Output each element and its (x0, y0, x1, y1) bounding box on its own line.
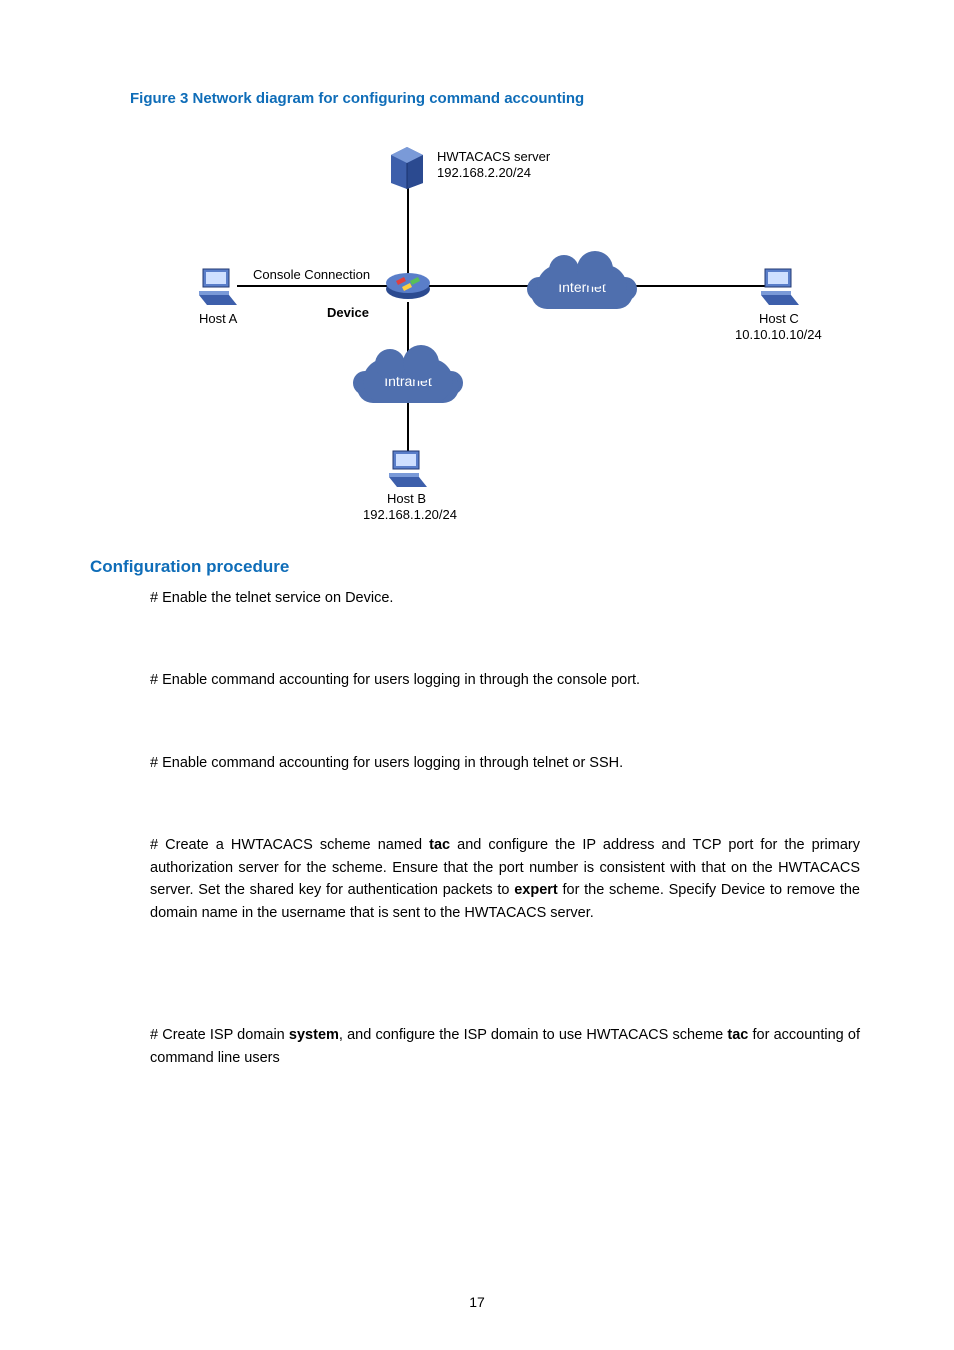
intranet-label: Intranet (384, 373, 431, 389)
pc-icon (387, 447, 429, 489)
internet-cloud: Internet (537, 265, 627, 309)
pc-icon (197, 265, 239, 307)
diagram-line (407, 187, 409, 277)
host-a-label: Host A (199, 311, 237, 326)
bold-term: tac (429, 837, 450, 853)
page-number: 17 (0, 1294, 954, 1310)
bold-term: system (289, 1027, 339, 1043)
figure-caption: Figure 3 Network diagram for configuring… (130, 90, 864, 107)
host-c-label: Host C (759, 311, 799, 326)
bold-term: tac (727, 1027, 748, 1043)
text-run: # Create a HWTACACS scheme named (150, 837, 429, 853)
device-label: Device (327, 305, 369, 320)
page: Figure 3 Network diagram for configuring… (0, 0, 954, 1350)
host-b-ip-label: 192.168.1.20/24 (363, 507, 457, 522)
paragraph: # Create a HWTACACS scheme named tac and… (150, 834, 860, 924)
text-run: # Create ISP domain (150, 1027, 289, 1043)
paragraph: # Create ISP domain system, and configur… (150, 1024, 860, 1069)
paragraph: # Enable the telnet service on Device. (150, 587, 860, 609)
internet-label: Internet (558, 279, 605, 295)
host-b-label: Host B (387, 491, 426, 506)
hwtacacs-name-label: HWTACACS server (437, 149, 550, 164)
paragraph: # Enable command accounting for users lo… (150, 752, 860, 774)
diagram-line (627, 285, 767, 287)
intranet-cloud: Intranet (363, 359, 453, 403)
hwtacacs-ip-label: 192.168.2.20/24 (437, 165, 531, 180)
host-c-ip-label: 10.10.10.10/24 (735, 327, 822, 342)
body-text: # Enable the telnet service on Device. #… (150, 587, 860, 1069)
console-connection-label: Console Connection (253, 267, 370, 282)
bold-term: expert (514, 882, 558, 898)
paragraph: # Enable command accounting for users lo… (150, 669, 860, 691)
diagram-line (427, 285, 547, 287)
diagram-line (407, 402, 409, 452)
network-diagram: HWTACACS server 192.168.2.20/24 Host A C… (127, 127, 827, 517)
diagram-line (237, 285, 387, 287)
text-run: , and configure the ISP domain to use HW… (339, 1027, 727, 1043)
server-icon (387, 145, 427, 189)
section-heading: Configuration procedure (90, 557, 864, 577)
router-icon (384, 269, 432, 303)
pc-icon (759, 265, 801, 307)
